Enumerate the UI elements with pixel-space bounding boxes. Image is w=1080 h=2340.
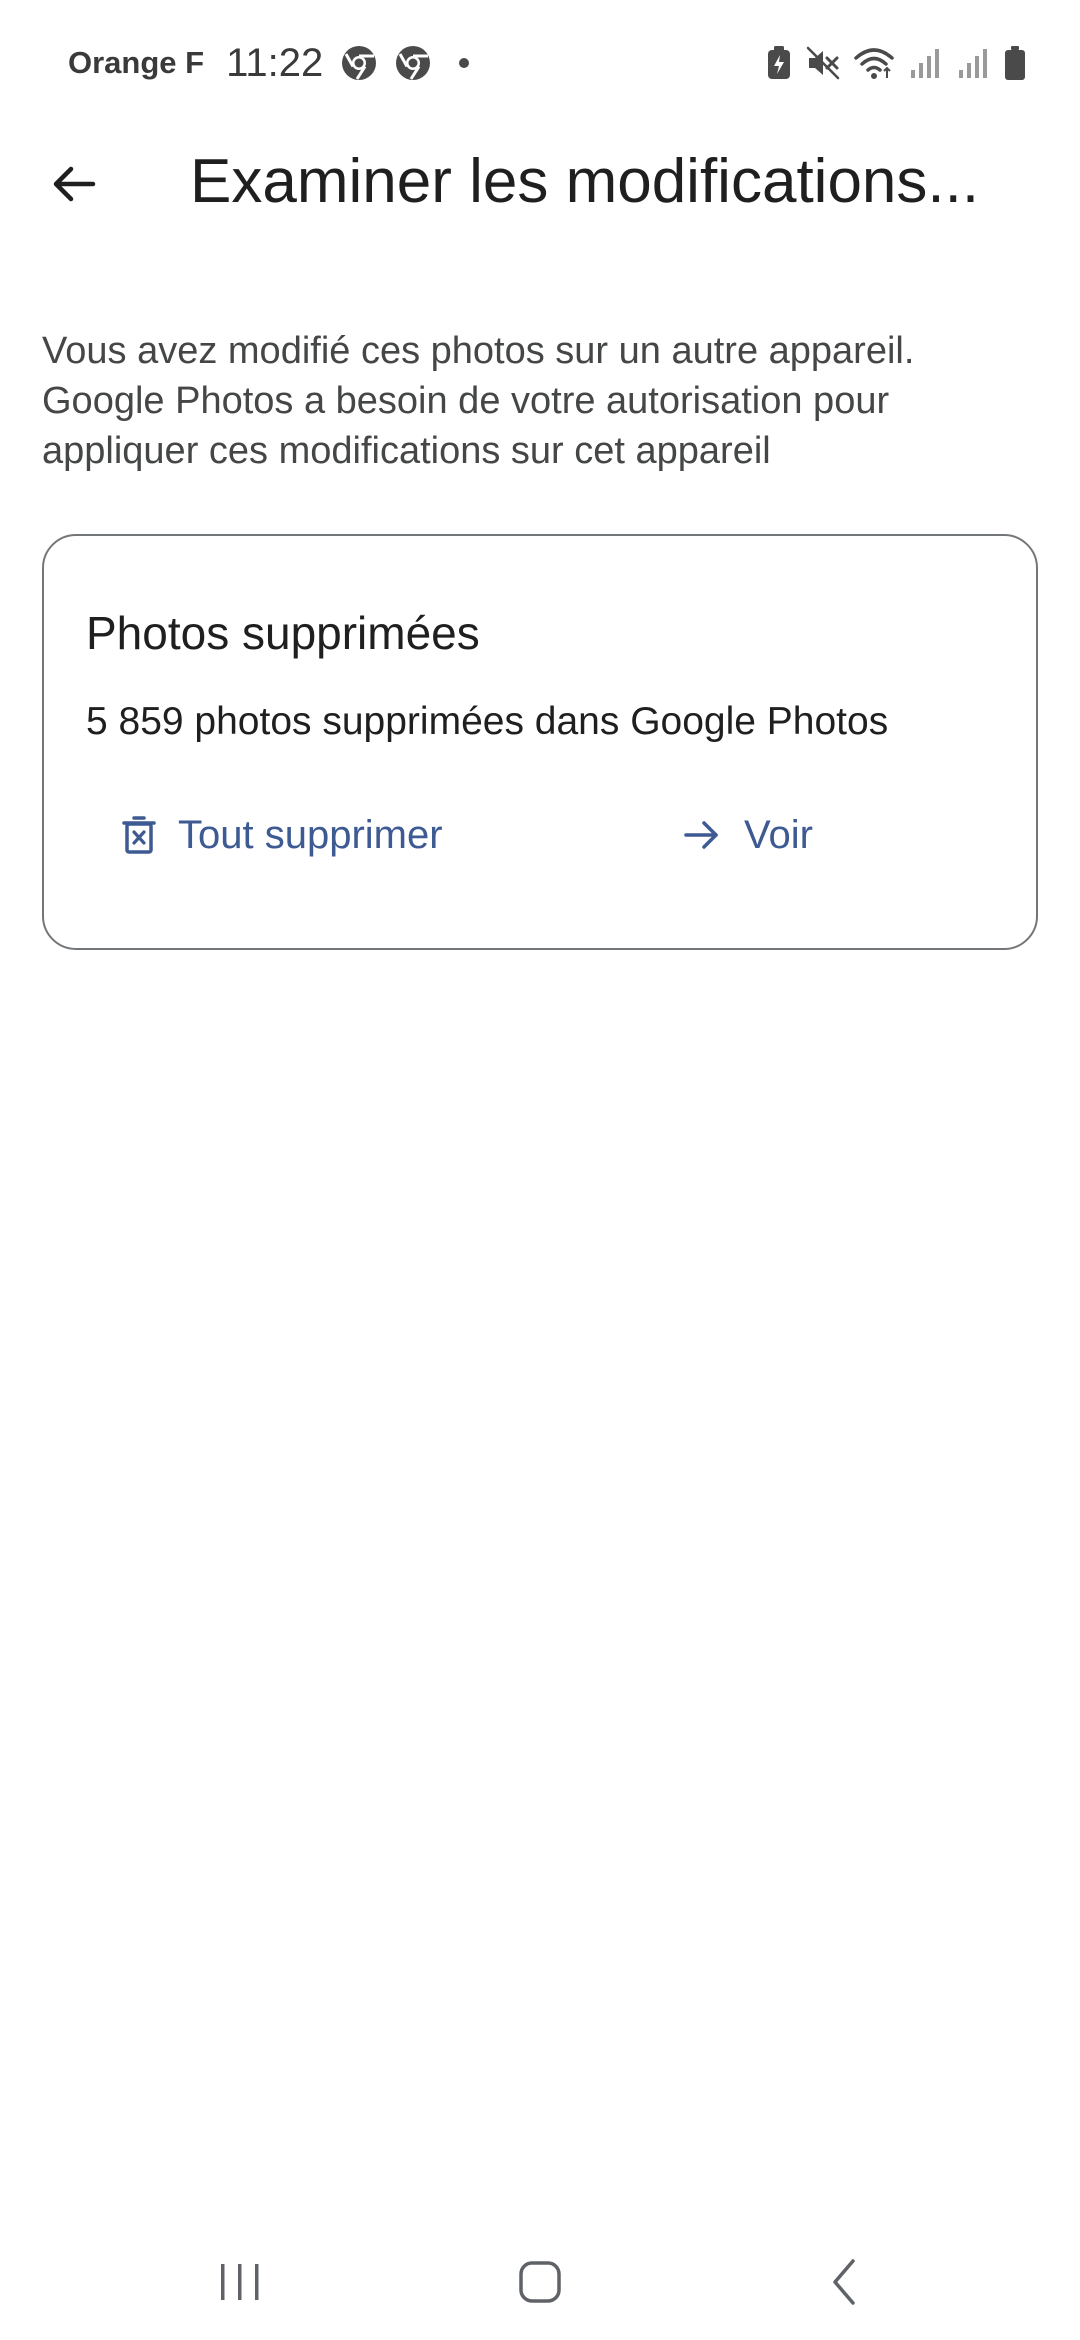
- app-bar: Examiner les modifications...: [0, 126, 1080, 240]
- system-back-button[interactable]: [784, 2242, 904, 2322]
- deleted-photos-card: Photos supprimées 5 859 photos supprimée…: [42, 534, 1038, 950]
- delete-all-label: Tout supprimer: [178, 812, 443, 857]
- card-subtitle: 5 859 photos supprimées dans Google Phot…: [86, 700, 889, 743]
- status-bar: Orange F 11:22: [0, 0, 1080, 126]
- view-label: Voir: [744, 812, 813, 857]
- chevron-left-icon: [827, 2257, 861, 2307]
- home-icon: [517, 2259, 563, 2305]
- mute-icon: [806, 46, 840, 80]
- chrome-icon: [395, 45, 431, 81]
- battery-saver-icon: [766, 45, 792, 81]
- trash-icon: [122, 815, 156, 855]
- recents-button[interactable]: [180, 2242, 300, 2322]
- home-button[interactable]: [480, 2242, 600, 2322]
- page-title: Examiner les modifications...: [190, 147, 980, 216]
- notification-dot-icon: [459, 58, 470, 68]
- arrow-forward-icon: [682, 815, 722, 855]
- description-text: Vous avez modifié ces photos sur un autr…: [42, 330, 915, 472]
- wifi-icon: [854, 46, 894, 80]
- arrow-back-icon: [49, 159, 99, 209]
- back-button[interactable]: [36, 146, 112, 222]
- view-button[interactable]: Voir: [682, 800, 813, 870]
- card-title: Photos supprimées: [86, 607, 480, 659]
- status-right: [766, 45, 1026, 81]
- status-clock: 11:22: [226, 40, 324, 85]
- carrier-name: Orange F: [68, 45, 205, 80]
- system-navigation-bar: [0, 2226, 1080, 2340]
- battery-icon: [1004, 45, 1026, 81]
- status-left: Orange F 11:22: [68, 40, 470, 86]
- delete-all-button[interactable]: Tout supprimer: [122, 800, 443, 870]
- chrome-icon: [341, 45, 377, 81]
- screen: Orange F 11:22 Examiner les modification…: [0, 0, 1080, 2340]
- recents-icon: [217, 2260, 263, 2304]
- signal-icon: [908, 46, 942, 80]
- signal-icon: [956, 46, 990, 80]
